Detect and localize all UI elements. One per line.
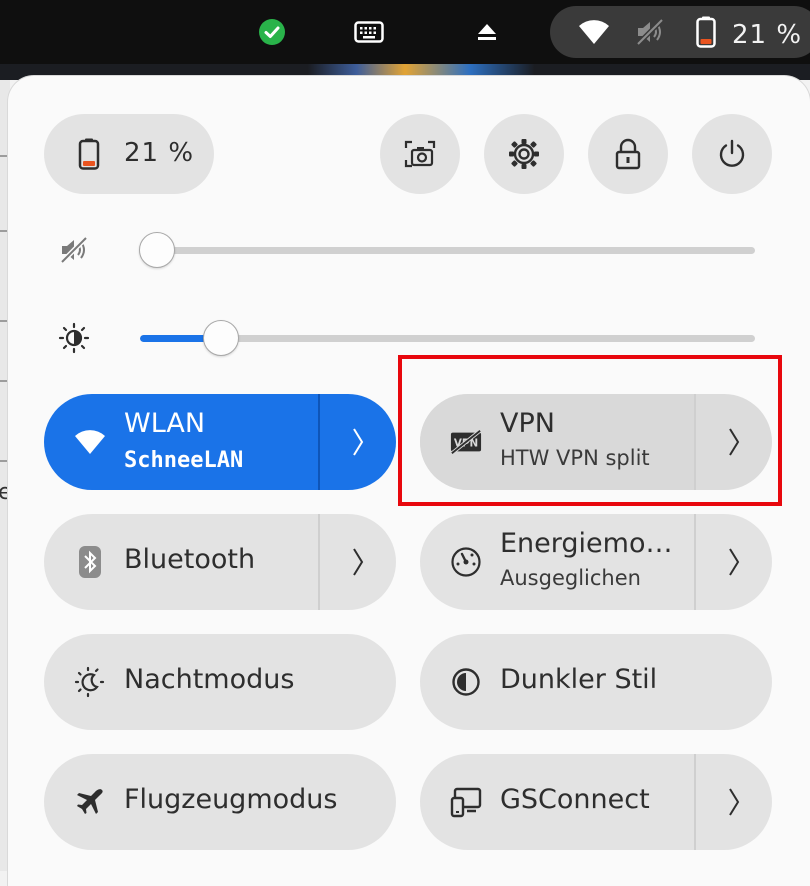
airplane-mode-toggle[interactable]: Flugzeugmodus: [44, 754, 396, 850]
wifi-icon: [578, 19, 610, 49]
wifi-tile: WLAN SchneeLAN: [44, 394, 396, 490]
chevron-right-icon: [351, 427, 365, 457]
bluetooth-menu-button[interactable]: [318, 514, 396, 610]
dark-style-icon: [450, 666, 482, 698]
bluetooth-tile: Bluetooth: [44, 514, 396, 610]
lock-screen-button[interactable]: [588, 114, 668, 194]
night-light-toggle[interactable]: Nachtmodus: [44, 634, 396, 730]
power-profile-tile: Energiemo… Ausgeglichen: [420, 514, 772, 610]
eject-icon[interactable]: [472, 17, 502, 47]
brightness-slider-knob[interactable]: [203, 320, 240, 356]
power-profile-icon: [450, 546, 482, 578]
volume-track[interactable]: [140, 247, 755, 254]
brightness-icon: [58, 322, 90, 354]
bluetooth-toggle[interactable]: Bluetooth: [44, 514, 319, 610]
wifi-icon: [74, 426, 106, 458]
volume-slider-knob[interactable]: [139, 232, 175, 268]
quick-settings-menu: 21 % WLAN SchneeLAN VPN HTW VPN split Bl…: [8, 76, 810, 886]
vpn-icon: VPN: [450, 426, 482, 458]
speaker-muted-icon: [635, 18, 665, 50]
battery-button[interactable]: 21 %: [44, 114, 214, 194]
top-bar: 21 %: [0, 0, 810, 64]
airplane-mode-title: Flugzeugmodus: [124, 784, 338, 815]
wifi-network-name: SchneeLAN: [124, 448, 244, 473]
system-status-button[interactable]: 21 %: [550, 6, 810, 58]
vpn-toggle[interactable]: VPN VPN HTW VPN split: [420, 394, 695, 490]
battery-low-icon: [78, 138, 100, 170]
night-light-tile[interactable]: Nachtmodus: [44, 634, 396, 730]
vpn-menu-button[interactable]: [694, 394, 772, 490]
settings-gear-icon: [508, 138, 540, 170]
battery-label: 21 %: [124, 138, 195, 168]
chevron-right-icon: [351, 547, 365, 577]
power-profile-toggle[interactable]: Energiemo… Ausgeglichen: [420, 514, 695, 610]
battery-percentage: 21 %: [732, 20, 803, 50]
dark-style-toggle[interactable]: Dunkler Stil: [420, 634, 772, 730]
chevron-right-icon: [727, 547, 741, 577]
speaker-muted-icon[interactable]: [58, 236, 90, 264]
battery-low-icon: [696, 16, 716, 52]
airplane-mode-tile[interactable]: Flugzeugmodus: [44, 754, 396, 850]
power-profile-title: Energiemo…: [500, 528, 673, 559]
gsconnect-toggle[interactable]: GSConnect: [420, 754, 695, 850]
chevron-right-icon: [727, 787, 741, 817]
vpn-tile: VPN VPN HTW VPN split: [420, 394, 772, 490]
vpn-connection-name: HTW VPN split: [500, 446, 650, 470]
gsconnect-tile: GSConnect: [420, 754, 772, 850]
gsconnect-title: GSConnect: [500, 784, 650, 815]
dark-style-title: Dunkler Stil: [500, 664, 658, 695]
bluetooth-icon: [74, 546, 106, 578]
check-circle-icon[interactable]: [257, 17, 287, 47]
night-light-icon: [74, 666, 106, 698]
screenshot-button[interactable]: [380, 114, 460, 194]
brightness-slider-row: [44, 318, 764, 358]
power-button[interactable]: [692, 114, 772, 194]
power-icon: [717, 139, 747, 169]
airplane-icon: [74, 786, 106, 818]
wifi-toggle[interactable]: WLAN SchneeLAN: [44, 394, 319, 490]
wifi-menu-button[interactable]: [318, 394, 396, 490]
gsconnect-menu-button[interactable]: [694, 754, 772, 850]
lock-icon: [615, 138, 641, 170]
volume-slider-row: [44, 230, 764, 270]
settings-button[interactable]: [484, 114, 564, 194]
power-profile-mode: Ausgeglichen: [500, 566, 641, 590]
wifi-title: WLAN: [124, 408, 206, 439]
keyboard-icon[interactable]: [354, 17, 384, 47]
power-profile-menu-button[interactable]: [694, 514, 772, 610]
chevron-right-icon: [727, 427, 741, 457]
screenshot-icon: [404, 139, 436, 169]
vpn-title: VPN: [500, 408, 555, 439]
gsconnect-icon: [450, 786, 482, 818]
night-light-title: Nachtmodus: [124, 664, 295, 695]
dark-style-tile[interactable]: Dunkler Stil: [420, 634, 772, 730]
bluetooth-title: Bluetooth: [124, 544, 256, 575]
